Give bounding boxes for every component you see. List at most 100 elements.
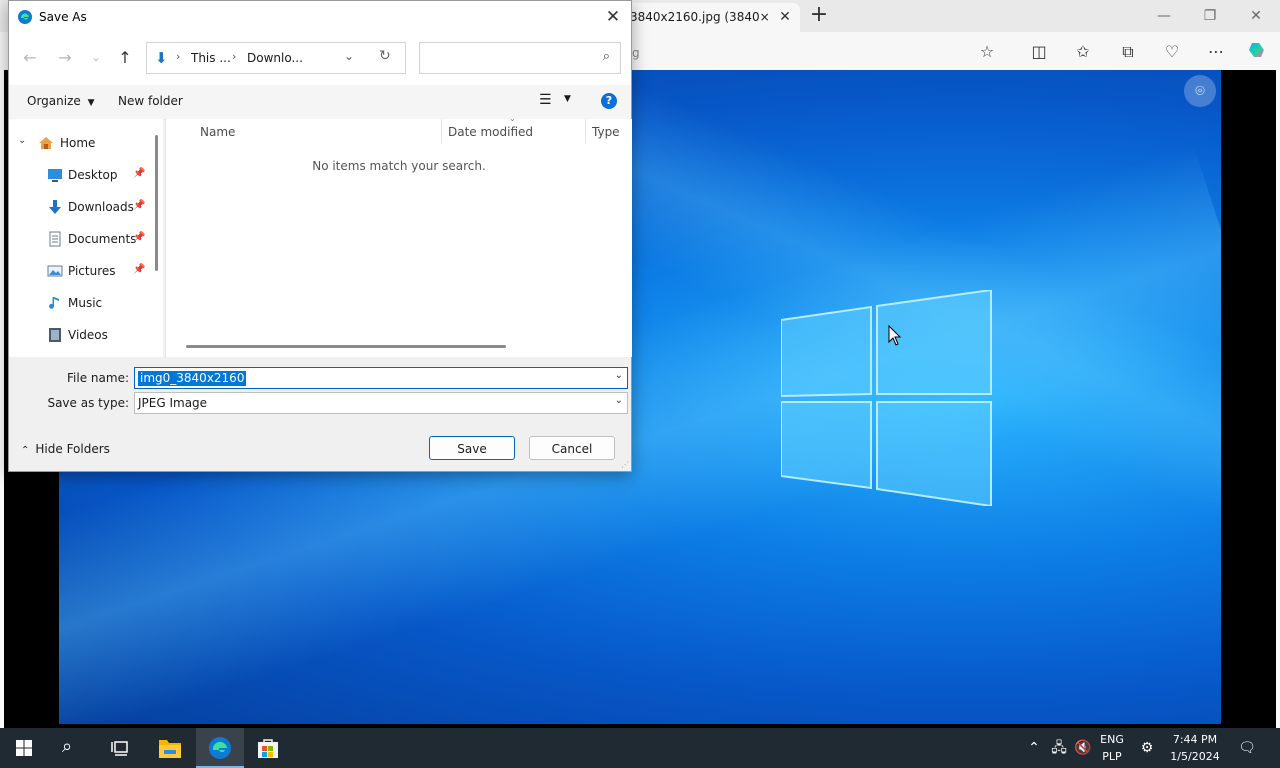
up-arrow-icon[interactable]: ↑ xyxy=(114,47,136,69)
videos-icon xyxy=(49,328,61,342)
save-type-value: JPEG Image xyxy=(138,396,208,410)
column-header-date-modified[interactable]: Date modified xyxy=(448,125,533,139)
expand-chevron-icon[interactable]: ⌄ xyxy=(18,135,26,146)
music-icon xyxy=(49,297,59,309)
split-screen-icon[interactable]: ◫ xyxy=(1027,40,1051,64)
column-header-name[interactable]: Name xyxy=(200,125,235,139)
copilot-icon[interactable] xyxy=(1246,40,1270,64)
volume-muted-icon[interactable]: 🔇 xyxy=(1073,738,1093,758)
more-options-icon[interactable]: ⋯ xyxy=(1204,40,1228,64)
start-button[interactable] xyxy=(0,728,48,768)
restore-button[interactable]: ❐ xyxy=(1187,4,1233,28)
forward-arrow-icon[interactable]: → xyxy=(54,47,76,69)
file-explorer-button[interactable] xyxy=(146,728,194,768)
settings-gear-icon[interactable]: ⚙ xyxy=(1137,738,1157,758)
taskbar-search-button[interactable]: ⌕ xyxy=(48,728,96,768)
favorites-icon[interactable]: ✩ xyxy=(1071,40,1095,64)
sidebar-item-videos[interactable]: Videos xyxy=(9,321,159,349)
breadcrumb-separator-icon: › xyxy=(176,50,181,63)
favorite-star-icon[interactable]: ☆ xyxy=(975,40,999,64)
sidebar-item-desktop[interactable]: Desktop 📌 xyxy=(9,161,159,189)
recent-locations-chevron-icon[interactable]: ⌄ xyxy=(85,47,107,69)
organize-button[interactable]: Organize ▼ xyxy=(27,94,95,108)
window-close-button[interactable]: ✕ xyxy=(1233,4,1279,28)
save-button[interactable]: Save xyxy=(429,436,515,460)
notifications-icon[interactable]: 🗨 xyxy=(1237,738,1257,758)
search-input[interactable]: ⌕ xyxy=(419,42,621,74)
navigation-scrollbar[interactable] xyxy=(155,135,158,271)
tab-close-icon[interactable]: ✕ xyxy=(776,8,794,26)
start-icon xyxy=(16,740,32,756)
breadcrumb-dropdown-icon[interactable]: ⌄ xyxy=(344,49,354,63)
mouse-cursor-icon xyxy=(888,325,902,346)
save-as-dialog: Save As ✕ ← → ⌄ ↑ ⬇ › This ... › Downlo.… xyxy=(8,0,632,472)
browser-essentials-icon[interactable]: ♡ xyxy=(1160,40,1184,64)
resize-grip-icon[interactable]: ⋰ xyxy=(621,460,629,469)
horizontal-scrollbar[interactable] xyxy=(186,345,506,348)
pin-icon: 📌 xyxy=(133,264,146,275)
breadcrumb-separator-icon: › xyxy=(232,50,237,63)
hide-folders-label: Hide Folders xyxy=(35,442,110,456)
save-type-select[interactable]: JPEG Image ⌄ xyxy=(134,392,628,414)
column-separator[interactable] xyxy=(585,119,586,143)
breadcrumb-downloads[interactable]: Downlo... xyxy=(247,51,303,65)
taskbar: ⌕ ⌃ 🖧 🔇 ENG PLP ⚙ 7:44 PM 1/5/2024 🗨 xyxy=(0,728,1280,768)
task-view-button[interactable] xyxy=(96,728,144,768)
sidebar-item-home[interactable]: ⌄ Home xyxy=(9,129,159,157)
sidebar-item-pictures[interactable]: Pictures 📌 xyxy=(9,257,159,285)
file-name-dropdown-icon[interactable]: ⌄ xyxy=(615,370,623,381)
network-icon[interactable]: 🖧 xyxy=(1049,738,1069,758)
refresh-icon[interactable]: ↻ xyxy=(379,48,391,64)
cancel-button[interactable]: Cancel xyxy=(529,436,615,460)
new-folder-button[interactable]: New folder xyxy=(118,94,183,108)
organize-label: Organize xyxy=(27,94,81,108)
column-header-type[interactable]: Type xyxy=(592,125,620,139)
dialog-titlebar: Save As ✕ xyxy=(9,1,631,33)
visual-search-icon[interactable]: ⌾ xyxy=(1184,75,1216,107)
edge-icon xyxy=(18,10,32,24)
column-separator[interactable] xyxy=(441,119,442,143)
collapse-chevron-icon: ⌃ xyxy=(21,445,30,456)
input-method-indicator[interactable]: PLP xyxy=(1096,750,1128,763)
file-name-value: img0_3840x2160 xyxy=(138,371,247,386)
breadcrumb-this-pc[interactable]: This ... xyxy=(191,51,231,65)
desktop-icon xyxy=(48,169,62,182)
address-bar-text[interactable]: g xyxy=(632,46,640,60)
file-name-field[interactable]: img0_3840x2160 ⌄ xyxy=(134,367,628,389)
empty-message: No items match your search. xyxy=(312,159,486,173)
new-tab-button[interactable]: + xyxy=(808,3,830,27)
task-view-icon xyxy=(111,741,128,756)
home-icon xyxy=(39,137,53,149)
collections-icon[interactable]: ⧉ xyxy=(1116,40,1140,64)
store-button[interactable] xyxy=(244,728,292,768)
view-dropdown-icon[interactable]: ▼ xyxy=(564,94,571,104)
breadcrumb[interactable]: ⬇ › This ... › Downlo... ⌄ ↻ xyxy=(146,42,406,74)
tab-title: 3840x2160.jpg (3840×2160) xyxy=(630,10,770,24)
sidebar-item-label: Videos xyxy=(68,328,108,342)
sidebar-item-downloads[interactable]: Downloads 📌 xyxy=(9,193,159,221)
sidebar-item-label: Documents xyxy=(68,232,137,246)
sidebar-item-documents[interactable]: Documents 📌 xyxy=(9,225,159,253)
download-location-icon: ⬇ xyxy=(155,49,168,67)
sidebar-item-music[interactable]: Music xyxy=(9,289,159,317)
file-list: Name ⌄ Date modified Type No items match… xyxy=(165,114,632,357)
back-arrow-icon[interactable]: ← xyxy=(19,47,41,69)
view-options-icon[interactable]: ☰ xyxy=(539,92,552,108)
sidebar-item-label: Pictures xyxy=(68,264,116,278)
documents-icon xyxy=(49,231,61,247)
clock-date[interactable]: 1/5/2024 xyxy=(1164,750,1226,763)
language-indicator[interactable]: ENG xyxy=(1096,733,1128,746)
clock-time[interactable]: 7:44 PM xyxy=(1164,733,1226,746)
hide-folders-toggle[interactable]: ⌃ Hide Folders xyxy=(21,442,110,456)
sidebar-item-label: Desktop xyxy=(68,168,118,182)
windows-logo-icon xyxy=(781,290,992,506)
help-icon[interactable]: ? xyxy=(601,93,617,109)
show-hidden-icons-chevron-icon[interactable]: ⌃ xyxy=(1024,738,1044,758)
save-type-dropdown-icon[interactable]: ⌄ xyxy=(615,395,623,406)
edge-taskbar-button[interactable] xyxy=(196,728,244,768)
dialog-close-icon[interactable]: ✕ xyxy=(601,5,625,29)
search-icon: ⌕ xyxy=(62,736,73,757)
minimize-button[interactable]: — xyxy=(1141,4,1187,28)
search-icon: ⌕ xyxy=(602,49,610,64)
pin-icon: 📌 xyxy=(133,168,146,179)
